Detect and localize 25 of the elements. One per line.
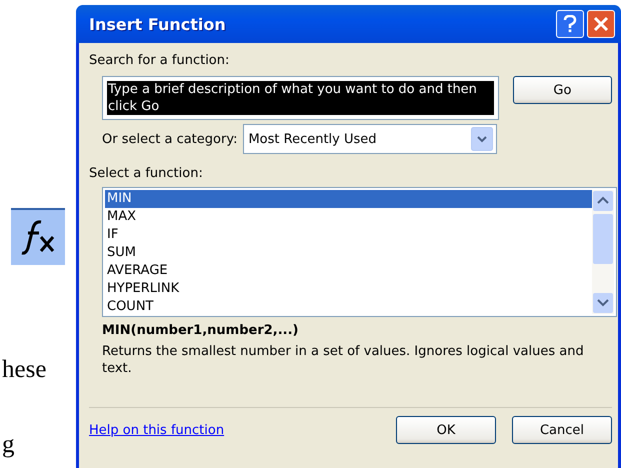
help-link[interactable]: Help on this function — [89, 422, 380, 438]
function-list-label: Select a function: — [89, 166, 204, 181]
cancel-button[interactable]: Cancel — [512, 416, 612, 444]
function-item[interactable]: AVERAGE — [105, 262, 592, 280]
function-item[interactable]: HYPERLINK — [105, 280, 592, 298]
background-text: g — [2, 432, 14, 457]
function-description: Returns the smallest number in a set of values. Ignores logical values and text. — [102, 343, 585, 377]
go-button[interactable]: Go — [512, 76, 612, 104]
function-item[interactable]: IF — [105, 226, 592, 244]
help-icon[interactable] — [556, 10, 584, 38]
scrollbar[interactable] — [592, 190, 614, 314]
ok-button[interactable]: OK — [396, 416, 496, 444]
background-text: hese — [2, 357, 46, 382]
function-item[interactable]: MAX — [105, 208, 592, 226]
function-item[interactable]: SUM — [105, 244, 592, 262]
search-field[interactable]: Type a brief description of what you want to do and then click Go — [102, 76, 499, 120]
function-item[interactable]: COUNT — [105, 298, 592, 316]
close-icon[interactable] — [587, 10, 615, 38]
category-label: Or select a category: — [102, 132, 238, 146]
window-title: Insert Function — [89, 14, 227, 34]
search-label: Search for a function: — [89, 53, 230, 68]
category-dropdown[interactable]: Most Recently Used — [243, 124, 498, 154]
function-signature: MIN(number1,number2,...) — [102, 323, 300, 338]
function-icon[interactable] — [11, 208, 65, 265]
function-item[interactable]: MIN — [105, 190, 592, 208]
